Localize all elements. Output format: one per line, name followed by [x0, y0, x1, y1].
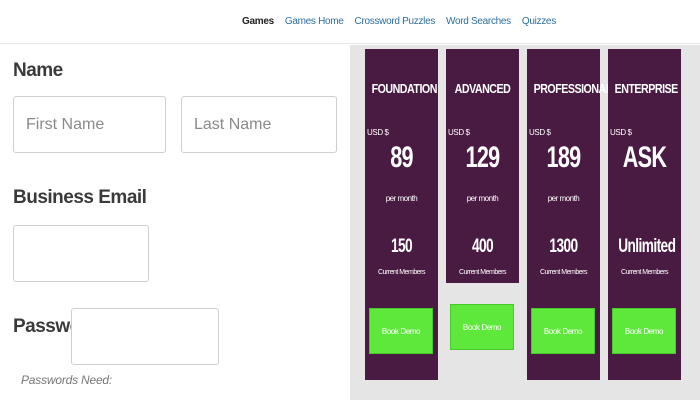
- plan-members: 400: [471, 236, 494, 257]
- plan-name: ADVANCED: [454, 81, 511, 96]
- top-nav: Games Games Home Crossword Puzzles Word …: [0, 0, 700, 44]
- first-name-input[interactable]: [13, 96, 166, 153]
- plan-card-enterprise: ENTERPRISE USD $ ASK Unlimited Current M…: [608, 49, 681, 380]
- nav-item-crossword-puzzles[interactable]: Crossword Puzzles: [355, 16, 436, 27]
- book-demo-button[interactable]: Book Demo: [450, 304, 514, 350]
- password-input[interactable]: [71, 308, 219, 365]
- plan-members-label: Current Members: [621, 269, 668, 276]
- plan-period: per month: [466, 194, 499, 203]
- book-demo-button[interactable]: Book Demo: [612, 308, 676, 354]
- book-demo-button[interactable]: Book Demo: [369, 308, 433, 354]
- plan-members: Unlimited: [618, 236, 676, 257]
- plan-card-professional: PROFESSIONAL USD $ 189 per month 1300 Cu…: [527, 49, 613, 380]
- book-demo-button[interactable]: Book Demo: [531, 308, 595, 354]
- plan-members-label: Current Members: [540, 269, 587, 276]
- plan-price: 189: [546, 141, 582, 174]
- plan-price: 129: [465, 141, 501, 174]
- last-name-input[interactable]: [181, 96, 337, 153]
- business-email-label: Business Email: [13, 187, 147, 208]
- plan-members-label: Current Members: [459, 269, 506, 276]
- plan-currency: USD $: [448, 128, 470, 137]
- nav-item-word-searches[interactable]: Word Searches: [446, 16, 511, 27]
- plan-name: ENTERPRISE: [614, 81, 679, 96]
- plan-card-advanced: ADVANCED USD $ 129 per month 400 Current…: [446, 49, 519, 283]
- plan-price: ASK: [622, 141, 667, 174]
- nav-links: Games Games Home Crossword Puzzles Word …: [242, 16, 556, 27]
- plan-name: FOUNDATION: [371, 81, 438, 96]
- plan-period: per month: [385, 194, 418, 203]
- plan-members-label: Current Members: [378, 269, 425, 276]
- plan-price: 89: [390, 141, 413, 174]
- pricing-panel: FOUNDATION USD $ 89 per month 150 Curren…: [350, 45, 700, 400]
- name-label: Name: [13, 60, 63, 81]
- nav-item-quizzes[interactable]: Quizzes: [522, 16, 556, 27]
- plan-currency: USD $: [529, 128, 551, 137]
- plan-name: PROFESSIONAL: [533, 81, 613, 96]
- nav-item-games[interactable]: Games: [242, 16, 274, 27]
- business-email-input[interactable]: [13, 225, 149, 282]
- plan-members: 1300: [549, 236, 578, 257]
- plan-card-foundation: FOUNDATION USD $ 89 per month 150 Curren…: [365, 49, 438, 380]
- signup-form: Name Business Email Password Passwords N…: [0, 45, 350, 400]
- plan-period: per month: [547, 194, 580, 203]
- plan-currency: USD $: [610, 128, 632, 137]
- nav-item-games-home[interactable]: Games Home: [285, 16, 344, 27]
- plan-currency: USD $: [367, 128, 389, 137]
- plan-members: 150: [390, 236, 413, 257]
- password-requirements-hint: Passwords Need:: [21, 373, 113, 387]
